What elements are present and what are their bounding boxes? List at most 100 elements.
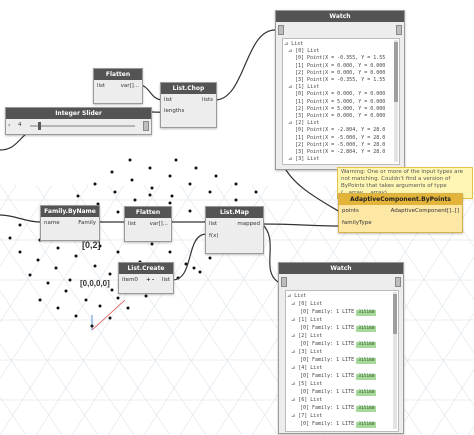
point-marker bbox=[116, 250, 120, 254]
element-id-badge[interactable]: 315180 bbox=[356, 374, 377, 380]
watch-tree-line: [2] Point(X = 5.000, Y = 0.000 bbox=[295, 105, 386, 112]
output-port-family[interactable]: Family bbox=[78, 219, 96, 228]
point-marker bbox=[150, 242, 154, 246]
point-marker bbox=[148, 193, 152, 197]
input-port-item0[interactable]: item0 bbox=[122, 276, 138, 285]
input-port-lengths[interactable]: lengths bbox=[164, 107, 184, 116]
watch-output-panel[interactable]: ⊿ List ⊿ [0] List [0] Family: 1 LITE 315180… bbox=[285, 290, 399, 432]
watch-tree-line: [0] Family: 1 LITE 315180 bbox=[300, 389, 377, 396]
node-title: Family.ByName bbox=[41, 206, 99, 217]
watch-tree-line[interactable]: ⊿ [0] List bbox=[291, 301, 322, 307]
watch-tree-line[interactable]: ⊿ [7] List bbox=[291, 413, 322, 419]
slider-thumb[interactable] bbox=[38, 122, 41, 130]
element-id-badge[interactable]: 315180 bbox=[356, 342, 377, 348]
output-port-adaptivecomponent[interactable]: AdaptiveComponent[]..[] bbox=[391, 207, 459, 216]
watch-tree-text: [0] Family: 1 LITE bbox=[300, 341, 355, 347]
element-id-badge[interactable]: 315180 bbox=[356, 406, 377, 412]
point-marker bbox=[188, 209, 192, 213]
input-port-list[interactable]: list bbox=[164, 96, 172, 105]
input-port-points[interactable]: points bbox=[342, 207, 359, 216]
watch-tree-line[interactable]: ⊿ List bbox=[287, 293, 306, 299]
slider-expand-chevron-icon[interactable]: ‹ bbox=[8, 122, 10, 129]
watch-tree-text: ⊿ [3] List bbox=[291, 349, 323, 355]
scrollbar-thumb[interactable] bbox=[394, 42, 398, 102]
output-port-var[interactable]: var[]... bbox=[121, 82, 139, 91]
watch-tree-line: [0] Point(X = -0.355, Y = 1.55 bbox=[295, 55, 386, 62]
family-byname-node[interactable]: Family.ByName name Family bbox=[40, 205, 100, 241]
element-id-badge[interactable]: 315180 bbox=[356, 390, 377, 396]
watch-tree-line[interactable]: ⊿ [2] List bbox=[291, 333, 322, 339]
watch-tree-text: [0] Family: 1 LITE bbox=[300, 309, 355, 315]
point-marker bbox=[168, 174, 172, 178]
watch-tree-line[interactable]: ⊿ List bbox=[284, 41, 303, 47]
point-marker bbox=[64, 289, 68, 293]
list-map-node[interactable]: List.Map list f(x) mapped bbox=[205, 206, 264, 254]
add-input-button[interactable]: + bbox=[146, 276, 151, 285]
point-marker bbox=[194, 166, 198, 170]
watch-tree-text: ⊿ [1] List bbox=[291, 317, 323, 323]
watch-tree-text: [0] Family: 1 LITE bbox=[300, 373, 355, 379]
element-id-badge[interactable]: 315180 bbox=[356, 310, 377, 316]
watch-tree-line[interactable]: ⊿ [5] List bbox=[291, 381, 322, 387]
watch-tree-text: [0] Family: 1 LITE bbox=[300, 405, 355, 411]
input-port-list[interactable]: list bbox=[128, 220, 136, 229]
output-port-var[interactable]: var[]... bbox=[150, 220, 168, 229]
output-port-pin[interactable] bbox=[395, 277, 401, 287]
point-marker bbox=[18, 223, 22, 227]
input-port-list[interactable]: list bbox=[97, 82, 105, 91]
point-marker bbox=[108, 272, 112, 276]
scrollbar-track[interactable] bbox=[394, 40, 398, 162]
watch-tree-line[interactable]: ⊿ [6] List bbox=[291, 397, 322, 403]
input-port-name[interactable]: name bbox=[44, 219, 60, 228]
watch-tree-line[interactable]: ⊿ [1] List bbox=[288, 84, 319, 90]
watch-node-top[interactable]: Watch ⊿ List ⊿ [0] List [0] Point(X = -0.3… bbox=[275, 10, 405, 170]
point-marker bbox=[98, 304, 102, 308]
adaptive-component-bypoints-node[interactable]: AdaptiveComponent.ByPoints points family… bbox=[338, 193, 463, 233]
element-id-badge[interactable]: 315180 bbox=[356, 422, 377, 428]
remove-input-button[interactable]: - bbox=[152, 276, 154, 285]
watch-tree-line[interactable]: ⊿ [3] List bbox=[288, 156, 319, 162]
point-marker bbox=[110, 288, 114, 292]
input-port-familytype[interactable]: familyType bbox=[342, 219, 372, 228]
watch-tree-line[interactable]: ⊿ [1] List bbox=[291, 317, 322, 323]
list-chop-node[interactable]: List.Chop list lengths lists bbox=[160, 82, 217, 128]
input-port-list[interactable]: list bbox=[209, 220, 217, 229]
scrollbar-thumb[interactable] bbox=[393, 294, 397, 334]
slider-value[interactable]: 4 bbox=[18, 121, 22, 130]
output-port-mapped[interactable]: mapped bbox=[237, 220, 260, 229]
point-marker bbox=[68, 278, 72, 282]
watch-tree-text: ⊿ [2] List bbox=[291, 333, 323, 339]
point-marker bbox=[116, 296, 120, 300]
element-id-badge[interactable]: 315180 bbox=[356, 326, 377, 332]
watch-node-bottom[interactable]: Watch ⊿ List ⊿ [0] List [0] Family: 1 LITE… bbox=[278, 262, 404, 434]
slider-track[interactable] bbox=[30, 125, 135, 127]
point-marker bbox=[56, 306, 60, 310]
axis-lines bbox=[91, 299, 126, 331]
scrollbar-track[interactable] bbox=[393, 292, 397, 429]
watch-tree-line[interactable]: ⊿ [4] List bbox=[291, 365, 322, 371]
watch-tree-line[interactable]: ⊿ [3] List bbox=[291, 349, 322, 355]
node-title: Flatten bbox=[125, 207, 171, 218]
output-port-list[interactable]: list bbox=[162, 276, 170, 285]
flatten-node-mid[interactable]: Flatten list var[]... bbox=[124, 206, 172, 242]
watch-output-panel[interactable]: ⊿ List ⊿ [0] List [0] Point(X = -0.355, Y … bbox=[282, 38, 400, 165]
integer-slider-node[interactable]: Integer Slider ‹ 4 bbox=[5, 107, 152, 135]
output-port-pin[interactable] bbox=[143, 121, 149, 131]
point-marker bbox=[170, 194, 174, 198]
watch-tree-line[interactable]: ⊿ [2] List bbox=[288, 120, 319, 126]
point-marker bbox=[54, 266, 58, 270]
watch-tree-text: ⊿ [0] List bbox=[291, 301, 323, 307]
watch-tree-line[interactable]: ⊿ [0] List bbox=[288, 48, 319, 54]
watch-tree-line: [0] Family: 1 LITE 315180 bbox=[300, 325, 377, 332]
input-port-pin[interactable] bbox=[278, 25, 284, 35]
element-id-badge[interactable]: 315180 bbox=[356, 358, 377, 364]
node-title: Integer Slider bbox=[6, 108, 151, 119]
output-port-pin[interactable] bbox=[396, 25, 402, 35]
point-marker bbox=[188, 182, 192, 186]
point-marker bbox=[108, 316, 112, 320]
list-create-node[interactable]: List.Create item0 + - list bbox=[118, 262, 174, 294]
flatten-node-top[interactable]: Flatten list var[]... bbox=[93, 68, 143, 104]
input-port-fx[interactable]: f(x) bbox=[209, 232, 218, 241]
output-port-lists[interactable]: lists bbox=[202, 96, 213, 105]
input-port-pin[interactable] bbox=[281, 277, 287, 287]
